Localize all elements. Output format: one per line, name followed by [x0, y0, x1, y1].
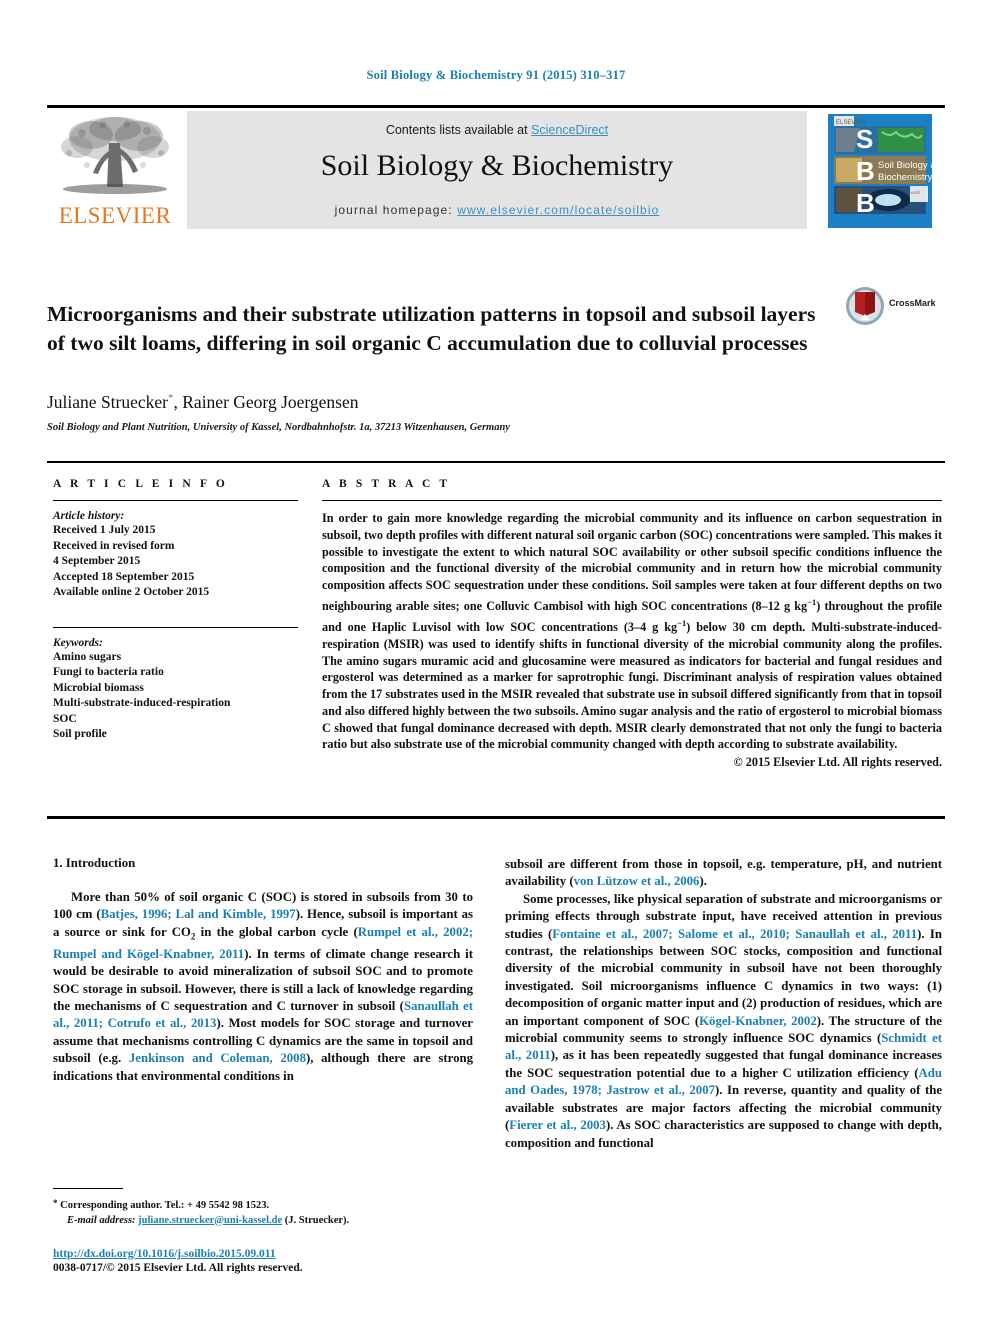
corresponding-author-footnote: * Corresponding author. Tel.: + 49 5542 … [53, 1188, 473, 1228]
info-section-top-rule [47, 461, 945, 463]
article-info-divider [53, 500, 298, 501]
svg-text:IUSS: IUSS [911, 190, 921, 195]
homepage-prefix: journal homepage: [334, 203, 458, 217]
svg-text:Biochemistry: Biochemistry [878, 172, 933, 183]
running-head: Soil Biology & Biochemistry 91 (2015) 31… [366, 68, 626, 82]
corresponding-author-line: * Corresponding author. Tel.: + 49 5542 … [53, 1196, 473, 1214]
keyword-item: Soil profile [53, 728, 107, 740]
citation-link[interactable]: Batjes, 1996; Lal and Kimble, 1997 [101, 907, 296, 921]
abstract-heading: A B S T R A C T [322, 478, 451, 490]
email-link[interactable]: juliane.struecker@uni-kassel.de [138, 1215, 282, 1226]
affiliation: Soil Biology and Plant Nutrition, Univer… [47, 422, 510, 433]
svg-text:B: B [856, 156, 875, 186]
elsevier-wordmark: ELSEVIER [58, 203, 172, 228]
history-item: 4 September 2015 [53, 555, 141, 567]
journal-homepage-link[interactable]: www.elsevier.com/locate/soilbio [457, 203, 659, 217]
crossmark-icon [846, 287, 884, 325]
citation-link[interactable]: Fierer et al., 2003 [509, 1118, 606, 1132]
abstract-copyright: © 2015 Elsevier Ltd. All rights reserved… [733, 755, 942, 770]
abstract-sup-1: −1 [807, 596, 817, 607]
keyword-item: Fungi to bacteria ratio [53, 666, 164, 678]
journal-band: Contents lists available at ScienceDirec… [187, 111, 807, 229]
abstract-text: In order to gain more knowledge regardin… [322, 510, 942, 753]
article-history-label: Article history: [53, 510, 125, 522]
text-run: ). [699, 874, 707, 889]
journal-masthead: ELSEVIER Contents lists available at Sci… [47, 105, 947, 231]
doi-block: http://dx.doi.org/10.1016/j.soilbio.2015… [53, 1248, 513, 1274]
keyword-item: Microbial biomass [53, 681, 144, 694]
abstract-part-1: In order to gain more knowledge regardin… [322, 511, 942, 614]
abstract-column: A B S T R A C T In order to gain more kn… [322, 478, 942, 770]
article-info-column: A R T I C L E I N F O Article history: R… [53, 478, 298, 743]
email-line: E-mail address: juliane.struecker@uni-ka… [53, 1214, 473, 1229]
citation-link[interactable]: Fontaine et al., 2007; Salome et al., 20… [552, 927, 917, 941]
keyword-item: Amino sugars [53, 650, 122, 663]
footnote-rule [53, 1188, 123, 1189]
email-label: E-mail address: [67, 1214, 139, 1226]
abstract-bottom-rule [47, 816, 945, 819]
intro-paragraph-right-2: Some processes, like physical separation… [505, 891, 942, 1152]
cover-art: ELSEVIER S B B Soil Biology & Biochemist… [828, 114, 937, 228]
svg-text:Soil Biology &: Soil Biology & [878, 160, 937, 171]
citation-link[interactable]: Kögel-Knabner, 2002 [699, 1014, 817, 1028]
svg-text:S: S [856, 124, 873, 154]
elsevier-tree-icon [61, 117, 169, 194]
history-item: Available online 2 October 2015 [53, 586, 210, 598]
abstract-sup-2: −1 [677, 617, 687, 628]
keyword-item: Multi-substrate-induced-respiration [53, 697, 231, 709]
section-heading-introduction: 1. Introduction [53, 856, 136, 870]
intro-paragraph-left: More than 50% of soil organic C (SOC) is… [53, 889, 473, 1085]
history-item: Received 1 July 2015 [53, 524, 156, 536]
text-run: in the global carbon cycle ( [195, 924, 358, 939]
journal-title: Soil Biology & Biochemistry [320, 149, 674, 182]
doi-link[interactable]: http://dx.doi.org/10.1016/j.soilbio.2015… [53, 1248, 513, 1260]
masthead-top-rule [47, 105, 945, 108]
text-run: ). In contrast, the relationships betwee… [505, 926, 942, 1028]
author-primary: Juliane Struecker [47, 392, 168, 412]
contents-prefix: Contents lists available at [385, 123, 532, 137]
journal-article-page: Soil Biology & Biochemistry 91 (2015) 31… [0, 0, 992, 1323]
text-run: Corresponding author. Tel.: + 49 5542 98… [57, 1200, 270, 1211]
journal-cover-thumbnail: ELSEVIER S B B Soil Biology & Biochemist… [815, 111, 947, 231]
keywords-divider [53, 626, 298, 628]
page-title: Microorganisms and their substrate utili… [47, 302, 816, 356]
body-column-left: 1. Introduction More than 50% of soil or… [53, 856, 473, 1085]
abstract-divider [322, 500, 942, 501]
sciencedirect-link[interactable]: ScienceDirect [531, 123, 608, 137]
journal-homepage-line: journal homepage: www.elsevier.com/locat… [187, 203, 807, 217]
keyword-item: SOC [53, 712, 77, 725]
citation-link[interactable]: Jenkinson and Coleman, 2008 [129, 1051, 306, 1065]
abstract-part-3: ) below 30 cm depth. Multi-substrate-ind… [322, 619, 942, 752]
history-item: Received in revised form [53, 539, 175, 552]
issn-copyright-line: 0038-0717/© 2015 Elsevier Ltd. All right… [53, 1262, 303, 1274]
article-info-heading: A R T I C L E I N F O [53, 478, 228, 490]
contents-available-line: Contents lists available at ScienceDirec… [187, 123, 807, 137]
author-list: Juliane Struecker*, Rainer Georg Joergen… [47, 392, 359, 413]
history-item: Accepted 18 September 2015 [53, 570, 195, 583]
keywords-label: Keywords: [53, 636, 103, 649]
body-column-right: subsoil are different from those in tops… [505, 856, 942, 1152]
text-run: ), as it has been repeatedly suggested t… [505, 1048, 942, 1080]
text-run: subsoil are different from those in tops… [505, 857, 942, 889]
crossmark-badge[interactable]: CrossMark [845, 286, 945, 328]
crossmark-label: CrossMark [889, 298, 936, 308]
svg-text:B: B [856, 188, 875, 218]
author-secondary: , Rainer Georg Joergensen [173, 392, 359, 412]
email-suffix: (J. Struecker). [282, 1214, 350, 1226]
elsevier-logo: ELSEVIER [47, 111, 183, 229]
citation-link[interactable]: von Lützow et al., 2006 [574, 874, 700, 888]
intro-paragraph-right-continued: subsoil are different from those in tops… [505, 856, 942, 891]
